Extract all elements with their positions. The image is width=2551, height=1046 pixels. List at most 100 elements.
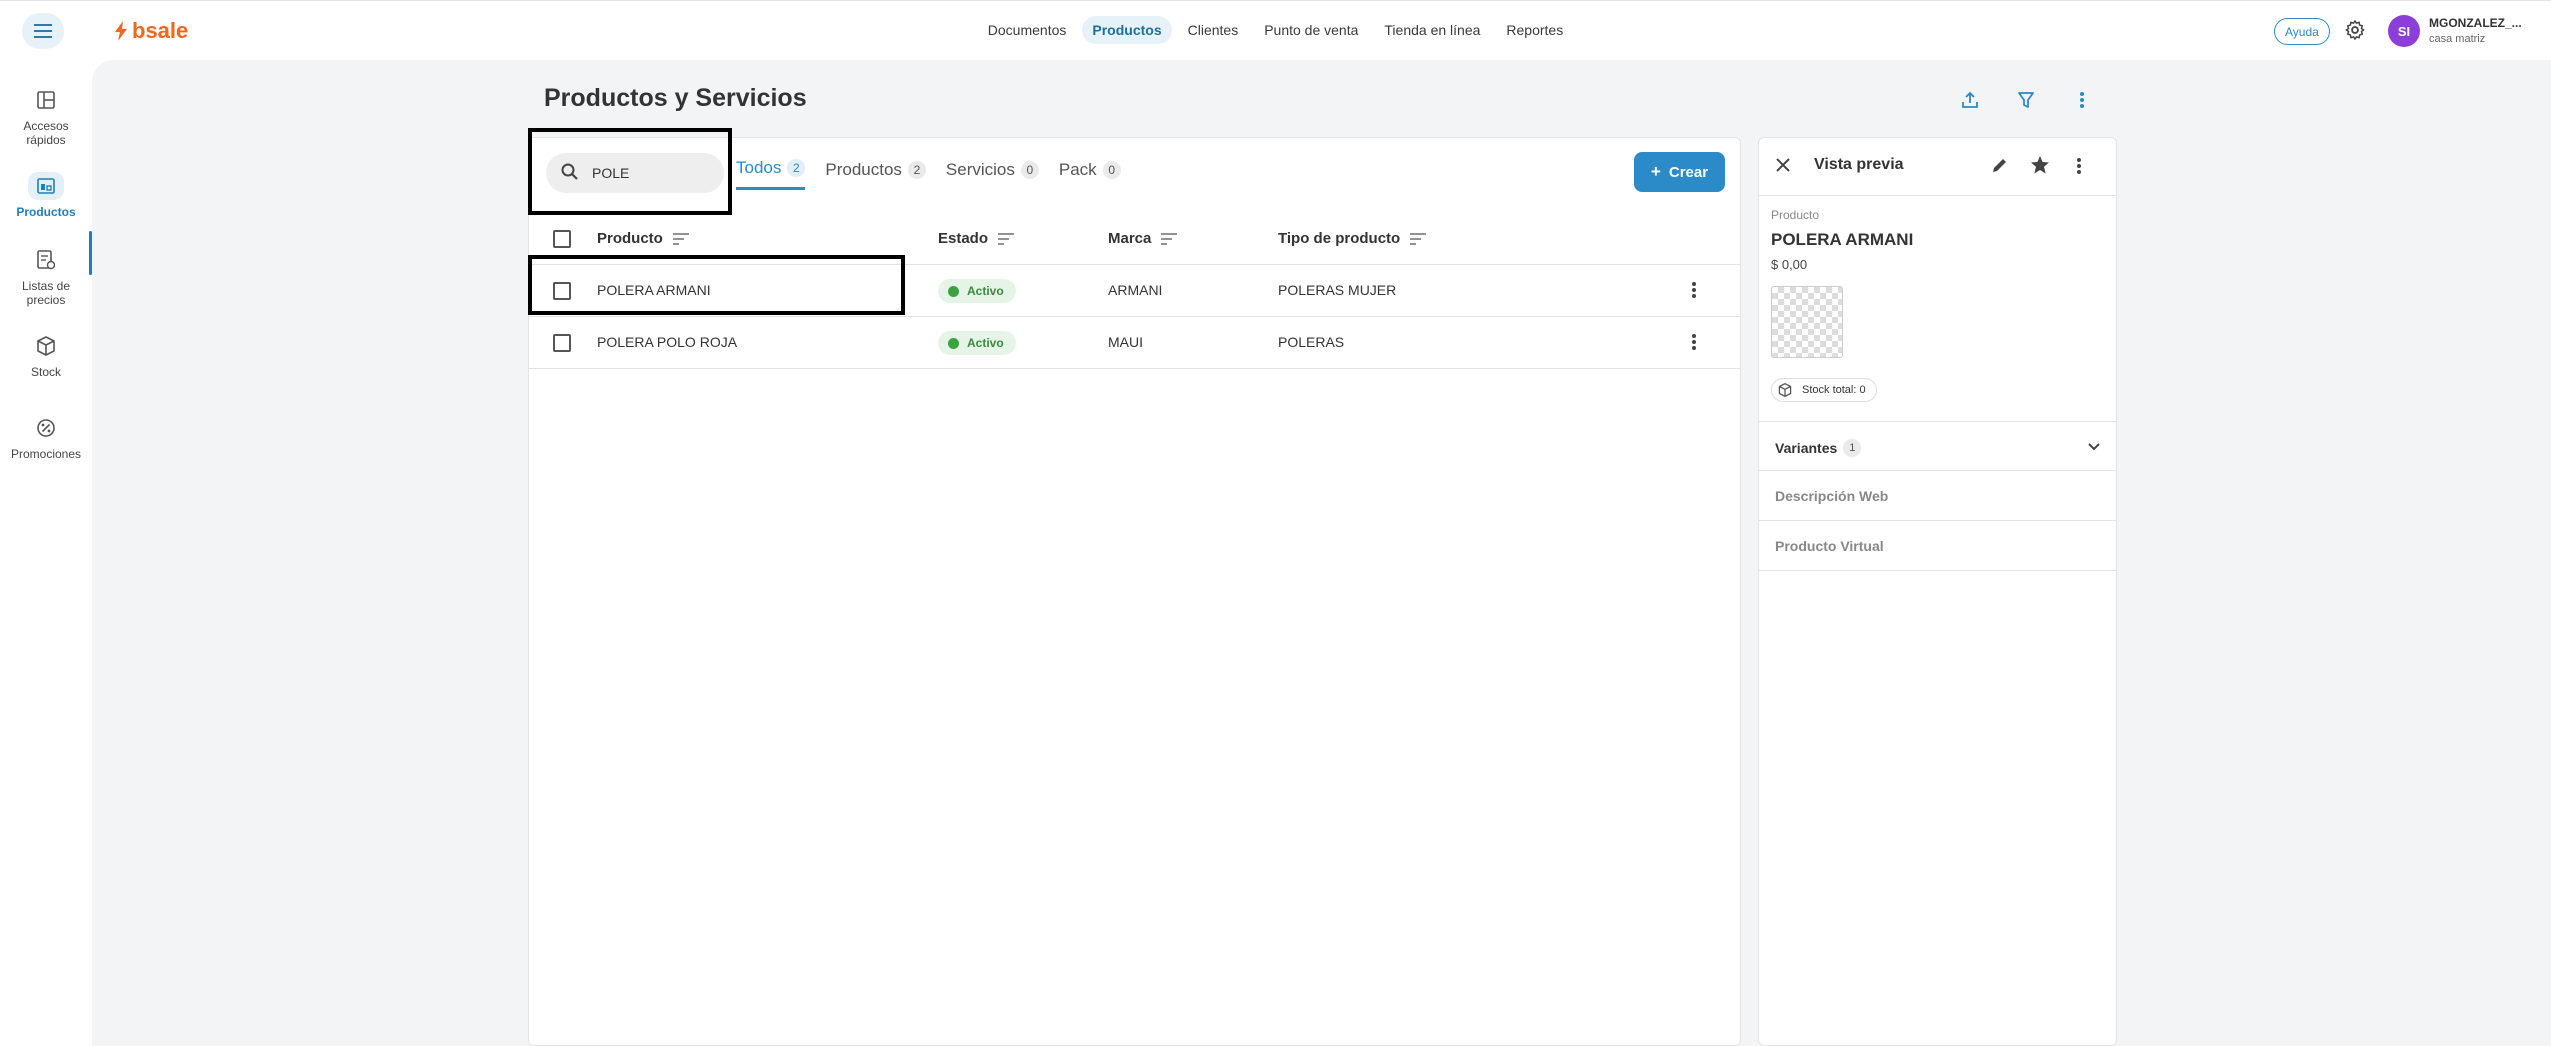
sidebar-item-label: Stock	[30, 365, 61, 379]
sidebar-item-label: Listas de precios	[21, 279, 71, 307]
user-avatar[interactable]: SI	[2388, 15, 2420, 47]
tab-count: 2	[907, 160, 926, 179]
page-actions	[1956, 86, 1984, 114]
user-branch: casa matriz	[2429, 33, 2486, 45]
sidebar-item-productos[interactable]: Productos	[0, 172, 92, 219]
column-label: Producto	[597, 230, 663, 247]
section-title: Variantes	[1775, 440, 1838, 456]
box-icon	[28, 332, 64, 360]
sidebar-item-label: Accesos rápidos	[23, 119, 69, 147]
upload-icon	[1962, 91, 1978, 108]
tab-pack[interactable]: Pack 0	[1059, 158, 1121, 190]
page-actions-more	[2068, 86, 2096, 114]
column-producto[interactable]: Producto	[597, 230, 689, 247]
column-label: Tipo de producto	[1278, 230, 1401, 247]
row-menu-button[interactable]	[1691, 281, 1697, 304]
price-list-icon	[28, 246, 64, 274]
sidebar-item-stock[interactable]: Stock	[0, 332, 92, 379]
tab-label: Todos	[736, 158, 782, 177]
row-checkbox[interactable]	[553, 334, 571, 352]
products-icon	[28, 172, 64, 200]
export-button[interactable]	[1956, 86, 1984, 114]
tab-label: Productos	[825, 159, 902, 179]
column-marca[interactable]: Marca	[1108, 230, 1178, 247]
column-label: Estado	[938, 230, 989, 247]
preview-type-label: Producto	[1771, 208, 1820, 222]
section-descripcion-web[interactable]: Descripción Web	[1759, 471, 2116, 521]
sidebar-item-accesos-rapidos[interactable]: Accesos rápidos	[0, 86, 92, 147]
sort-icon	[1161, 232, 1178, 245]
top-bar: bsale Documentos Productos Clientes Punt…	[0, 0, 2551, 60]
sort-icon	[998, 232, 1015, 245]
sidebar: Accesos rápidos Productos Listas de prec…	[0, 60, 92, 1046]
create-button[interactable]: + Crear	[1634, 152, 1725, 192]
preview-header: Vista previa	[1759, 138, 2116, 196]
table-row[interactable]: POLERA POLO ROJA Activo MAUI POLERAS	[529, 317, 1740, 369]
status-label: Activo	[967, 336, 1004, 350]
preview-more-button[interactable]	[2076, 157, 2082, 180]
sort-icon	[672, 232, 689, 245]
close-icon	[1776, 158, 1790, 172]
preview-price: $ 0,00	[1771, 257, 1808, 272]
nav-productos[interactable]: Productos	[1082, 16, 1172, 44]
dashboard-icon	[28, 86, 64, 114]
tab-productos[interactable]: Productos 2	[825, 158, 926, 190]
tab-todos[interactable]: Todos 2	[736, 158, 806, 190]
filter-icon	[2018, 92, 2034, 108]
kebab-icon	[1692, 334, 1696, 350]
select-all-checkbox[interactable]	[553, 230, 571, 248]
nav-documentos[interactable]: Documentos	[978, 16, 1077, 44]
search-highlight-box	[528, 128, 732, 215]
tab-servicios[interactable]: Servicios 0	[946, 158, 1039, 190]
gear-icon	[2345, 20, 2365, 40]
status-dot-icon	[948, 285, 959, 297]
tab-count: 0	[1102, 160, 1121, 179]
column-estado[interactable]: Estado	[938, 230, 1015, 247]
stock-chip: Stock total: 0	[1771, 378, 1877, 402]
close-preview-button[interactable]	[1775, 157, 1791, 178]
status-dot-icon	[948, 337, 959, 349]
tab-label: Pack	[1058, 159, 1097, 179]
section-title: Descripción Web	[1775, 488, 1889, 504]
sidebar-item-label: Productos	[16, 205, 76, 219]
status-badge: Activo	[938, 331, 1016, 355]
section-variantes[interactable]: Variantes 1	[1759, 421, 2116, 471]
settings-button[interactable]	[2344, 19, 2366, 46]
more-options-button[interactable]	[2068, 86, 2096, 114]
page-title: Productos y Servicios	[544, 84, 807, 112]
sort-icon	[1410, 232, 1427, 245]
cell-marca: MAUI	[1108, 334, 1143, 350]
star-icon	[2031, 156, 2049, 174]
sidebar-item-listas-de-precios[interactable]: Listas de precios	[0, 246, 92, 307]
nav-punto-de-venta[interactable]: Punto de venta	[1254, 16, 1368, 44]
chevron-down-icon	[2088, 443, 2100, 451]
nav-reportes[interactable]: Reportes	[1496, 16, 1573, 44]
status-label: Activo	[967, 284, 1004, 298]
preview-title: Vista previa	[1814, 156, 1904, 173]
main-nav: Documentos Productos Clientes Punto de v…	[0, 16, 2551, 44]
nav-tienda-en-linea[interactable]: Tienda en línea	[1374, 16, 1490, 44]
box-icon	[1778, 383, 1792, 397]
user-name[interactable]: MGONZALEZ_...	[2429, 16, 2522, 30]
cell-tipo: POLERAS MUJER	[1278, 282, 1397, 298]
cell-marca: ARMANI	[1108, 282, 1163, 298]
favorite-button[interactable]	[2030, 155, 2050, 180]
edit-button[interactable]	[1991, 156, 2009, 179]
tab-label: Servicios	[945, 159, 1015, 179]
promo-icon	[28, 414, 64, 442]
help-button[interactable]: Ayuda	[2274, 18, 2330, 45]
create-label: Crear	[1668, 163, 1709, 181]
nav-clientes[interactable]: Clientes	[1178, 16, 1249, 44]
column-tipo-de-producto[interactable]: Tipo de producto	[1278, 230, 1427, 247]
section-count: 1	[1843, 439, 1862, 457]
section-label: Variantes 1	[1775, 439, 1862, 457]
filter-button[interactable]	[2012, 86, 2040, 114]
section-producto-virtual[interactable]: Producto Virtual	[1759, 521, 2116, 571]
row-menu-button[interactable]	[1691, 333, 1697, 356]
product-type-tabs: Todos 2 Productos 2 Servicios 0 Pack 0	[736, 158, 1121, 190]
sidebar-item-promociones[interactable]: Promociones	[0, 414, 92, 461]
cell-tipo: POLERAS	[1278, 334, 1345, 350]
preview-product-name: POLERA ARMANI	[1771, 230, 1914, 249]
plus-icon: +	[1650, 162, 1661, 181]
product-image-placeholder	[1771, 286, 1843, 358]
